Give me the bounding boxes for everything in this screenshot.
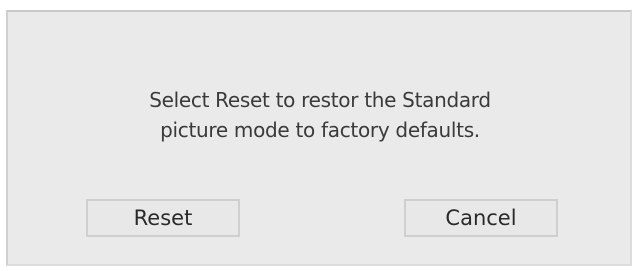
dialog-message-line-2: picture mode to factory defaults. [160, 118, 480, 142]
dialog-message: Select Reset to restor the Standard pict… [0, 85, 640, 145]
cancel-button[interactable]: Cancel [404, 199, 558, 237]
dialog-message-line-1: Select Reset to restor the Standard [149, 88, 491, 112]
reset-button[interactable]: Reset [86, 199, 240, 237]
